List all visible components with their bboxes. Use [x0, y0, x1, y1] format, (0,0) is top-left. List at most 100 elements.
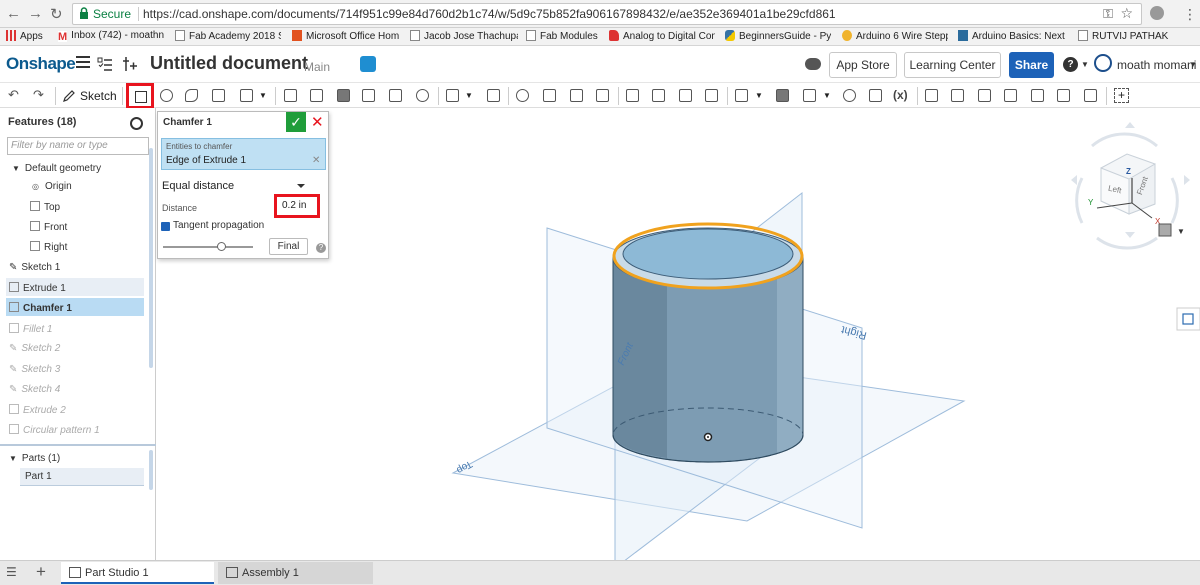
corner-icon[interactable] [1057, 89, 1070, 102]
tab-assembly-1[interactable]: Assembly 1 [218, 562, 373, 584]
rollback-slider[interactable] [163, 246, 253, 248]
feature-origin[interactable]: ◎ Origin [32, 181, 72, 192]
user-chevron-icon[interactable]: ▼ [1189, 60, 1197, 69]
tab-manager-icon[interactable]: ☰ [6, 565, 17, 579]
stopwatch-icon[interactable] [130, 117, 143, 130]
variable-icon[interactable]: (x) [893, 88, 908, 102]
view-orientation-icon[interactable] [1158, 223, 1172, 237]
tab-icon[interactable] [1004, 89, 1017, 102]
bookmark-arduino-stepper[interactable]: Arduino 6 Wire Stepp [842, 30, 948, 42]
pattern-icon[interactable] [446, 89, 459, 102]
measure-icon[interactable] [843, 89, 856, 102]
chevron-down-icon[interactable]: ▼ [755, 91, 763, 100]
pencil-icon[interactable] [62, 89, 76, 103]
feature-sketch-2[interactable]: ✎ Sketch 2 [9, 343, 60, 354]
redo-icon[interactable]: ↷ [33, 87, 44, 103]
feature-sketch-1[interactable]: ✎ Sketch 1 [9, 262, 60, 273]
sweep-icon[interactable] [185, 89, 198, 102]
chevron-down-icon[interactable] [297, 184, 305, 188]
chamfer-icon[interactable] [310, 89, 323, 102]
bookmark-python[interactable]: BeginnersGuide - Pyt [725, 30, 831, 42]
rib-icon[interactable] [362, 89, 375, 102]
bookmark-rutvij[interactable]: RUTVIJ PATHAK [1078, 30, 1178, 42]
part-1[interactable]: Part 1 [25, 471, 52, 482]
bookmark-jacob[interactable]: Jacob Jose Thachupa [410, 30, 518, 42]
bend-icon[interactable] [1031, 89, 1044, 102]
browser-menu-icon[interactable]: ⋮ [1183, 6, 1197, 23]
help-chevron-icon[interactable]: ▼ [1081, 60, 1089, 69]
bookmark-fab-academy[interactable]: Fab Academy 2018 St [175, 30, 281, 42]
boolean-icon[interactable] [516, 89, 529, 102]
chevron-down-icon[interactable]: ▼ [259, 91, 267, 100]
share-button[interactable]: Share [1009, 52, 1054, 78]
delete-face-icon[interactable] [652, 89, 665, 102]
sketch-button[interactable]: Sketch [80, 89, 117, 103]
back-icon[interactable]: ← [6, 5, 21, 22]
parts-scrollbar[interactable] [149, 450, 153, 490]
chat-bubble-icon[interactable] [805, 58, 821, 70]
loft-icon[interactable] [212, 89, 225, 102]
appearance-panel-icon[interactable] [1176, 307, 1200, 331]
view-cube[interactable]: Left Front Z Y X [1071, 122, 1190, 250]
panel-divider[interactable] [0, 444, 156, 446]
bookmark-fab-modules[interactable]: Fab Modules [526, 30, 602, 42]
bookmark-arduino-basics[interactable]: Arduino Basics: Next [958, 30, 1068, 42]
dialog-help-icon[interactable]: ? [316, 243, 326, 253]
clear-selection-icon[interactable]: ✕ [312, 155, 320, 166]
mate-connector-icon[interactable] [776, 89, 789, 102]
parts-node[interactable]: ▼ Parts (1) [9, 453, 60, 464]
undo-icon[interactable]: ↶ [8, 87, 19, 103]
chamfer-type-select[interactable]: Equal distance [162, 180, 234, 192]
accept-check-icon[interactable]: ✓ [286, 112, 306, 132]
delete-part-icon[interactable] [596, 89, 609, 102]
feature-right-plane[interactable]: Right [30, 241, 67, 253]
feature-chamfer-1[interactable]: Chamfer 1 [9, 302, 72, 314]
hamburger-menu-icon[interactable] [76, 56, 90, 68]
distance-input[interactable]: 0.2 in [274, 194, 320, 218]
add-custom-feature-icon[interactable]: + [1114, 88, 1129, 103]
star-icon[interactable]: ☆ [1120, 5, 1133, 22]
draft-icon[interactable] [337, 89, 350, 102]
extension-icon[interactable] [1150, 6, 1164, 20]
learning-center-button[interactable]: Learning Center [904, 52, 1001, 78]
help-icon[interactable]: ? [1063, 57, 1078, 72]
document-title[interactable]: Untitled document [150, 53, 308, 74]
fillet-icon[interactable] [284, 89, 297, 102]
url-text[interactable]: https://cad.onshape.com/documents/714f95… [143, 7, 836, 21]
feature-extrude-2[interactable]: Extrude 2 [9, 404, 66, 416]
plane-icon[interactable] [735, 89, 748, 102]
thicken-icon[interactable] [240, 89, 253, 102]
replace-face-icon[interactable] [705, 89, 718, 102]
bookmark-office[interactable]: Microsoft Office Hom [292, 30, 400, 42]
chevron-down-icon[interactable]: ▼ [823, 91, 831, 100]
tab-part-studio-1[interactable]: Part Studio 1 [61, 562, 214, 584]
bookmark-apps[interactable]: Apps [6, 30, 50, 42]
address-bar[interactable]: Secure https://cad.onshape.com/documents… [72, 3, 1142, 25]
rollback-slider-handle[interactable] [217, 242, 226, 251]
filter-input[interactable]: Filter by name or type [7, 137, 149, 155]
extrude-tool-button[interactable] [126, 83, 154, 109]
split-icon[interactable] [543, 89, 556, 102]
feature-fillet-1[interactable]: Fillet 1 [9, 323, 52, 335]
bookmark-inbox[interactable]: M Inbox (742) - moathn [58, 30, 168, 42]
add-tab-icon[interactable]: + [36, 562, 46, 582]
move-face-icon[interactable] [679, 89, 692, 102]
sheet-metal-icon[interactable] [925, 89, 938, 102]
user-avatar-icon[interactable] [1094, 54, 1112, 72]
reload-icon[interactable]: ↻ [50, 5, 63, 23]
modify-fillet-icon[interactable] [626, 89, 639, 102]
shell-icon[interactable] [389, 89, 402, 102]
chevron-down-icon[interactable]: ▼ [465, 91, 473, 100]
finish-sheet-metal-icon[interactable] [1084, 89, 1097, 102]
distance-value[interactable]: 0.2 in [282, 200, 306, 211]
mirror-icon[interactable] [487, 89, 500, 102]
feature-sketch-4[interactable]: ✎ Sketch 4 [9, 384, 60, 395]
entities-to-chamfer-field[interactable]: Entities to chamfer Edge of Extrude 1 ✕ [161, 138, 326, 170]
section-view-icon[interactable] [869, 89, 882, 102]
key-icon[interactable]: ⚿ [1103, 6, 1113, 22]
feature-list-scrollbar[interactable] [149, 148, 153, 368]
flange-icon[interactable] [951, 89, 964, 102]
app-store-button[interactable]: App Store [829, 52, 897, 78]
forward-icon[interactable]: → [28, 5, 43, 22]
hem-icon[interactable] [978, 89, 991, 102]
